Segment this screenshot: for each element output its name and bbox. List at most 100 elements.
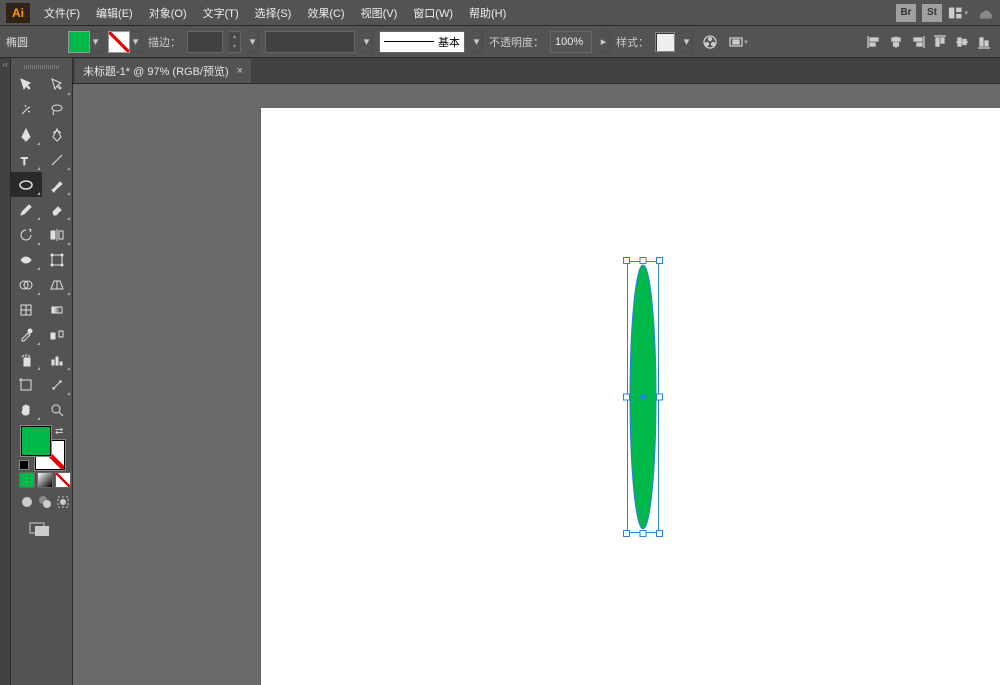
handle-top-left[interactable]: [623, 257, 630, 264]
align-to-icon[interactable]: ▾: [727, 31, 749, 53]
pen-tool[interactable]: [11, 122, 42, 147]
menu-type[interactable]: 文字(T): [195, 1, 247, 25]
handle-top-right[interactable]: [656, 257, 663, 264]
document-tab[interactable]: 未标题-1* @ 97% (RGB/预览) ×: [75, 59, 251, 83]
artboard[interactable]: [261, 108, 1000, 685]
direct-selection-tool[interactable]: [42, 72, 73, 97]
eraser-tool[interactable]: [42, 197, 73, 222]
brush-label: 基本: [438, 34, 460, 50]
reflect-tool[interactable]: [42, 222, 73, 247]
curvature-tool[interactable]: [42, 122, 73, 147]
perspective-tool[interactable]: [42, 272, 73, 297]
width-tool[interactable]: [11, 247, 42, 272]
sync-icon[interactable]: [974, 4, 994, 22]
color-picker: ⇄: [11, 422, 72, 470]
panel-collapse-strip[interactable]: ‹‹: [0, 58, 11, 685]
screen-mode-button[interactable]: [11, 515, 72, 540]
lasso-tool[interactable]: [42, 97, 73, 122]
handle-top-middle[interactable]: [640, 257, 647, 264]
foreground-fill-swatch[interactable]: [21, 426, 51, 456]
magic-wand-tool[interactable]: [11, 97, 42, 122]
selection-bounding-box[interactable]: [627, 261, 659, 533]
menu-edit[interactable]: 编辑(E): [88, 1, 141, 25]
stock-button[interactable]: St: [922, 4, 942, 22]
menu-view[interactable]: 视图(V): [353, 1, 406, 25]
slice-tool[interactable]: [42, 372, 73, 397]
control-bar: 椭圆 ▾ ▾ 描边： ▴▾ ▾ ▾ 基本 ▾ 不透明度： 100% ▸ 样式： …: [0, 26, 1000, 58]
swap-colors-icon[interactable]: ⇄: [55, 426, 63, 437]
close-tab-icon[interactable]: ×: [237, 65, 243, 77]
align-top-icon[interactable]: [930, 32, 950, 52]
style-label: 样式：: [616, 34, 649, 50]
color-mode-icon[interactable]: [19, 472, 35, 488]
type-tool[interactable]: T: [11, 147, 42, 172]
menu-select[interactable]: 选择(S): [247, 1, 300, 25]
center-point[interactable]: [641, 395, 646, 400]
app-logo: Ai: [6, 3, 30, 23]
handle-middle-left[interactable]: [623, 394, 630, 401]
graphic-style-swatch[interactable]: [655, 32, 675, 52]
canvas-area[interactable]: [73, 84, 1000, 685]
shape-builder-tool[interactable]: [11, 272, 42, 297]
align-left-icon[interactable]: [864, 32, 884, 52]
hand-tool[interactable]: [11, 397, 42, 422]
brush-definition[interactable]: 基本: [379, 31, 465, 53]
zoom-tool[interactable]: [42, 397, 73, 422]
opacity-label: 不透明度：: [489, 34, 544, 50]
fill-swatch[interactable]: [68, 31, 90, 53]
free-transform-tool[interactable]: [42, 247, 73, 272]
selection-tool[interactable]: [11, 72, 42, 97]
arrange-documents-icon[interactable]: ▾: [948, 4, 968, 22]
handle-middle-right[interactable]: [656, 394, 663, 401]
stroke-dropdown[interactable]: ▾: [130, 31, 142, 53]
draw-normal-icon[interactable]: [19, 494, 35, 513]
gradient-tool[interactable]: [42, 297, 73, 322]
pencil-tool[interactable]: [11, 197, 42, 222]
menu-window[interactable]: 窗口(W): [405, 1, 461, 25]
recolor-icon[interactable]: [699, 31, 721, 53]
draw-behind-icon[interactable]: [37, 494, 53, 513]
blend-tool[interactable]: [42, 322, 73, 347]
graph-tool[interactable]: [42, 347, 73, 372]
gradient-mode-icon[interactable]: [37, 472, 53, 488]
opacity-dropdown[interactable]: ▸: [598, 31, 610, 53]
stroke-weight-field[interactable]: [187, 31, 223, 53]
handle-bottom-right[interactable]: [656, 530, 663, 537]
variable-width-dropdown[interactable]: ▾: [361, 31, 373, 53]
style-dropdown[interactable]: ▾: [681, 31, 693, 53]
stroke-swatch[interactable]: [108, 31, 130, 53]
eyedropper-tool[interactable]: [11, 322, 42, 347]
ellipse-tool[interactable]: [11, 172, 42, 197]
line-tool[interactable]: [42, 147, 73, 172]
variable-width-profile[interactable]: [265, 31, 355, 53]
none-mode-icon[interactable]: [55, 472, 71, 488]
menu-object[interactable]: 对象(O): [141, 1, 195, 25]
default-colors-icon[interactable]: [19, 460, 29, 470]
fill-mode-row: [11, 470, 72, 490]
stroke-weight-dropdown[interactable]: ▾: [247, 31, 259, 53]
handle-bottom-left[interactable]: [623, 530, 630, 537]
fill-dropdown[interactable]: ▾: [90, 31, 102, 53]
paintbrush-tool[interactable]: [42, 172, 73, 197]
symbol-sprayer-tool[interactable]: [11, 347, 42, 372]
menu-bar: Ai 文件(F) 编辑(E) 对象(O) 文字(T) 选择(S) 效果(C) 视…: [0, 0, 1000, 26]
artboard-tool[interactable]: [11, 372, 42, 397]
bridge-button[interactable]: Br: [896, 4, 916, 22]
brush-dropdown[interactable]: ▾: [471, 31, 483, 53]
menu-help[interactable]: 帮助(H): [461, 1, 514, 25]
rotate-tool[interactable]: [11, 222, 42, 247]
opacity-field[interactable]: 100%: [550, 31, 592, 53]
menu-file[interactable]: 文件(F): [36, 1, 88, 25]
align-hcenter-icon[interactable]: [886, 32, 906, 52]
align-right-icon[interactable]: [908, 32, 928, 52]
menu-effect[interactable]: 效果(C): [299, 1, 352, 25]
align-vcenter-icon[interactable]: [952, 32, 972, 52]
align-bottom-icon[interactable]: [974, 32, 994, 52]
svg-text:T: T: [21, 156, 28, 168]
draw-inside-icon[interactable]: [55, 494, 71, 513]
tool-panel: T ⇄: [11, 58, 73, 685]
panel-grip[interactable]: [11, 62, 72, 72]
mesh-tool[interactable]: [11, 297, 42, 322]
stroke-weight-stepper[interactable]: ▴▾: [229, 31, 241, 53]
handle-bottom-middle[interactable]: [640, 530, 647, 537]
